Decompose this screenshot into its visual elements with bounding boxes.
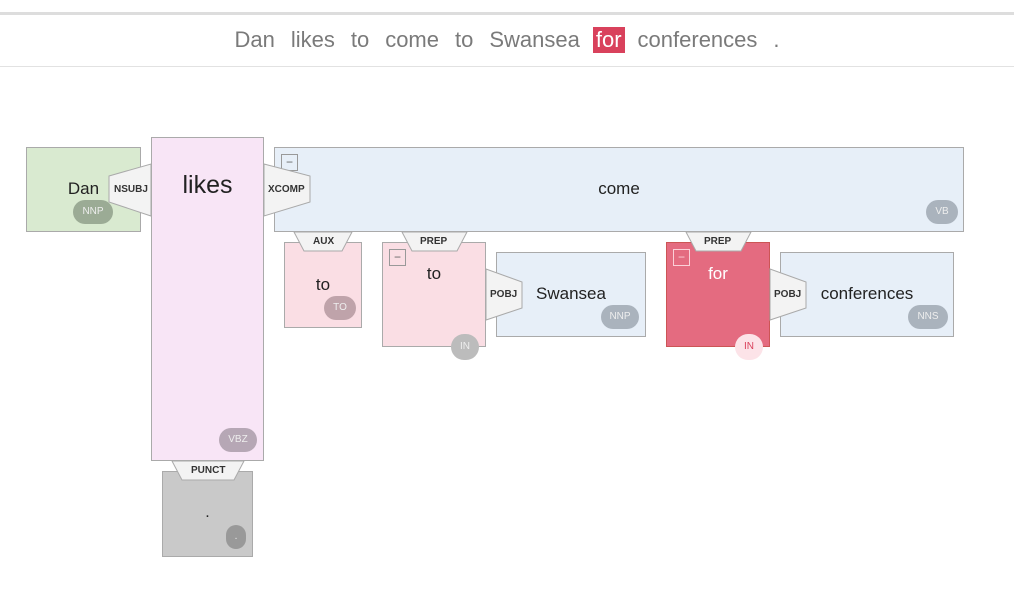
relation-label-nsubj: NSUBJ [114,184,148,195]
relation-arrows [108,163,807,481]
relation-label-pobj-swansea: POBJ [490,289,518,300]
relation-label-prep-for: PREP [704,236,732,247]
relation-label-aux: AUX [313,236,335,247]
relation-label-xcomp: XCOMP [268,184,305,195]
relation-label-pobj-conferences: POBJ [774,289,802,300]
relation-label-prep-to: PREP [420,236,448,247]
relation-label-punct: PUNCT [191,465,226,476]
